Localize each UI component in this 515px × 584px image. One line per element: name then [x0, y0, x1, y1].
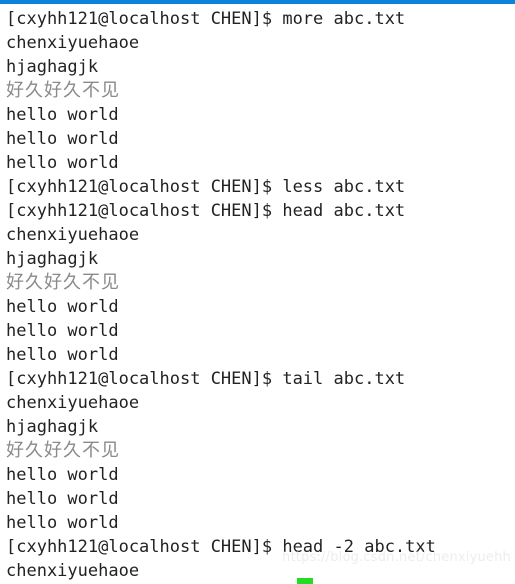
terminal-output-line: hello world — [6, 153, 119, 173]
terminal-output-line: hjaghagjk — [6, 57, 99, 77]
terminal-output-area[interactable]: [cxyhh121@localhost CHEN]$ more abc.txt c… — [0, 4, 515, 584]
terminal-output-line: hello world — [6, 465, 119, 485]
terminal-window[interactable]: [cxyhh121@localhost CHEN]$ more abc.txt c… — [0, 0, 515, 584]
terminal-output-line: hello world — [6, 129, 119, 149]
terminal-output-line: hello world — [6, 321, 119, 341]
terminal-cursor — [297, 578, 313, 584]
terminal-output-line: hello world — [6, 345, 119, 365]
csdn-watermark: https://blog.csdn.net/chenxiyuehh — [282, 550, 511, 565]
terminal-output-line: 好久好久不见 — [6, 80, 120, 101]
terminal-output-line: hjaghagjk — [6, 417, 99, 437]
terminal-output-line: chenxiyuehaoe — [6, 225, 140, 245]
terminal-output-line: hello world — [6, 105, 119, 125]
terminal-prompt-line: [cxyhh121@localhost CHEN]$ tail abc.txt — [6, 369, 406, 389]
terminal-output-line: hello world — [6, 513, 119, 533]
terminal-output-line: 好久好久不见 — [6, 272, 120, 293]
terminal-output-line: hjaghagjk — [6, 249, 99, 269]
terminal-output-line: hello world — [6, 297, 119, 317]
terminal-output-line: hello world — [6, 489, 119, 509]
terminal-prompt-line: [cxyhh121@localhost CHEN]$ less abc.txt — [6, 177, 406, 197]
terminal-prompt-line: [cxyhh121@localhost CHEN]$ more abc.txt — [6, 9, 406, 29]
terminal-output-line: chenxiyuehaoe — [6, 393, 140, 413]
terminal-prompt-line: [cxyhh121@localhost CHEN]$ head abc.txt — [6, 201, 406, 221]
terminal-output-line: 好久好久不见 — [6, 440, 120, 461]
terminal-output-line: chenxiyuehaoe — [6, 33, 140, 53]
